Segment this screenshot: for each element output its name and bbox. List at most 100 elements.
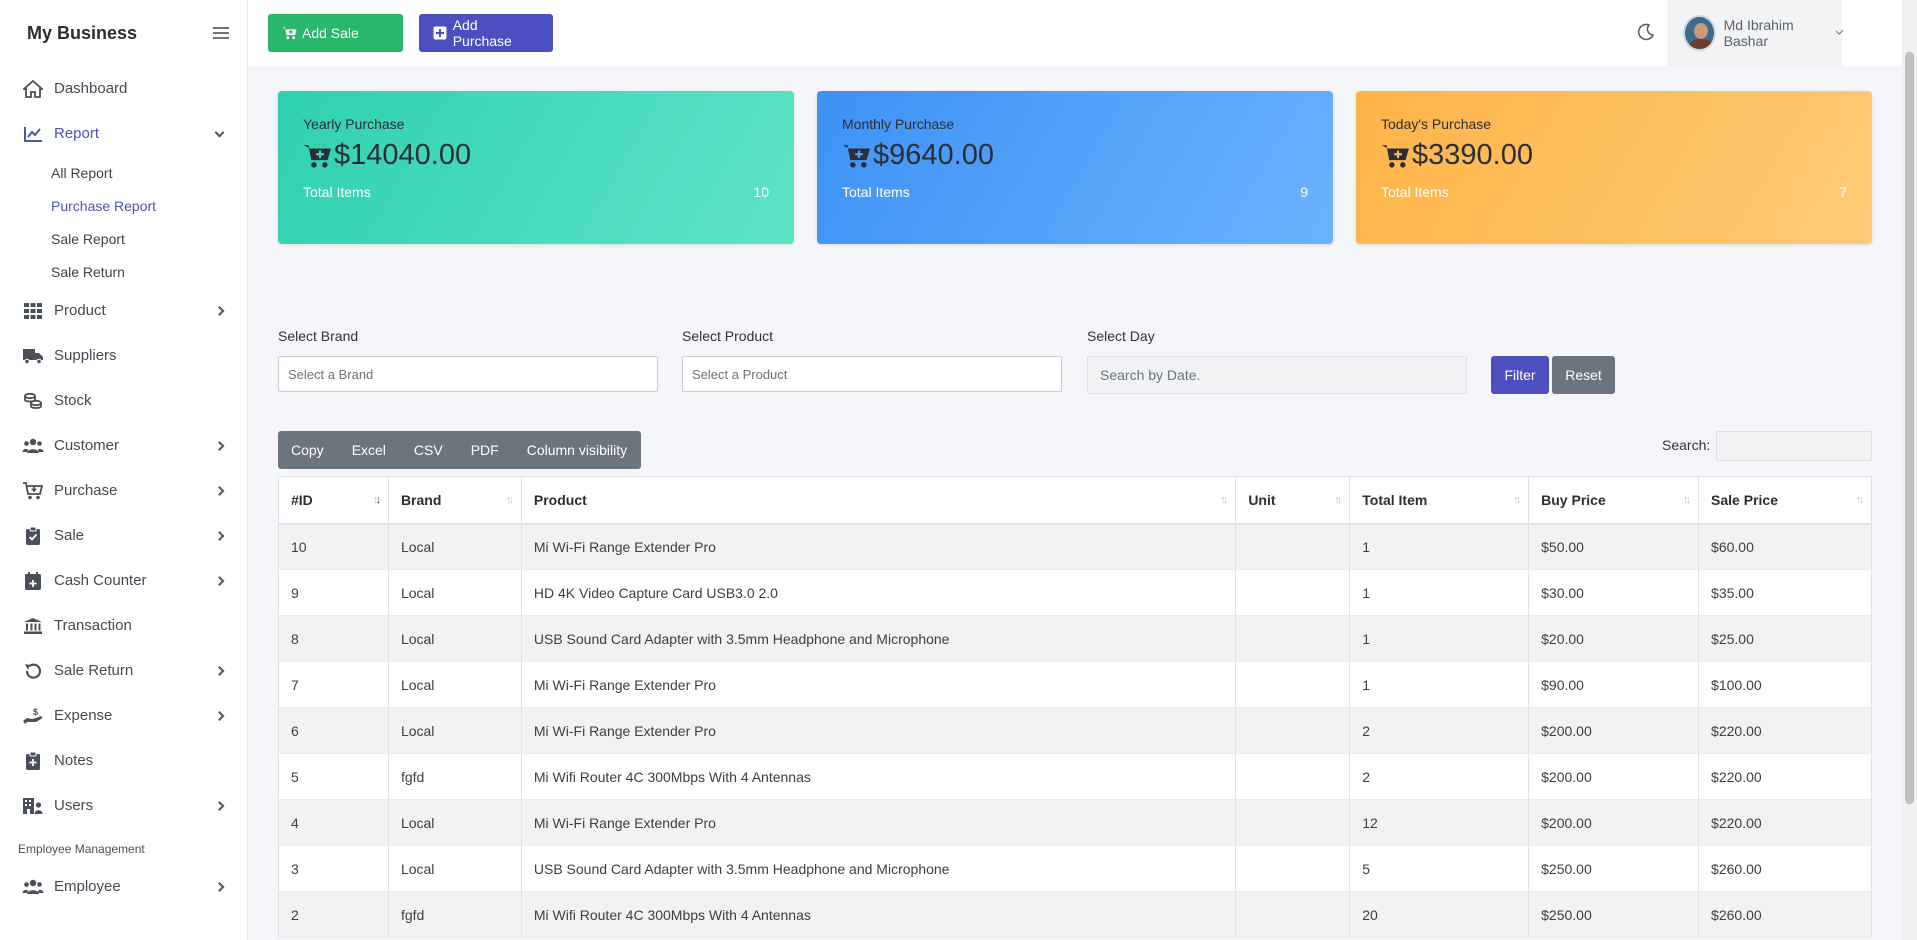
sidebar-section-label: Employee Management [18,842,145,856]
copy-button[interactable]: Copy [278,442,338,458]
add-sale-button[interactable]: Add Sale [268,14,403,52]
column-header-total-item[interactable]: Total Item ↑↓ [1349,476,1530,525]
table-cell: Local [387,569,522,616]
table-cell: $200.00 [1528,753,1700,800]
column-header-id[interactable]: #ID ↑↓ [278,476,389,525]
column-visibility-button[interactable]: Column visibility [513,442,641,458]
table-cell: 6 [278,707,389,754]
table-cell: 2 [278,891,389,938]
card-title: Monthly Purchase [842,116,955,132]
brand-select[interactable]: Select a Brand [278,356,658,392]
subnav-purchase-report[interactable]: Purchase Report [51,189,247,222]
product-select[interactable]: Select a Product [682,356,1062,392]
sidebar-item-users[interactable]: Users [0,783,247,828]
sidebar-item-sale[interactable]: Sale [0,513,247,558]
chevron-down-icon [1835,26,1844,36]
sidebar-item-notes[interactable]: Notes [0,738,247,783]
column-header-buy-price[interactable]: Buy Price ↑↓ [1528,476,1700,525]
moon-icon[interactable] [1637,23,1655,41]
sidebar-item-expense[interactable]: $ Expense [0,693,247,738]
sidebar-item-purchase[interactable]: Purchase [0,468,247,513]
scrollbar-thumb[interactable] [1905,52,1914,804]
plus-square-icon [433,26,449,40]
sidebar-item-product[interactable]: Product [0,288,247,333]
chevron-right-icon [214,485,225,496]
reset-button[interactable]: Reset [1552,356,1615,394]
sidebar-item-sale-return[interactable]: Sale Return [0,648,247,693]
chevron-right-icon [214,530,225,541]
subnav-all-report[interactable]: All Report [51,156,247,189]
truck-icon [22,346,44,366]
table-row: 5 fgfd Mi Wifi Router 4C 300Mbps With 4 An… [278,753,1872,800]
sidebar-item-employee[interactable]: Employee [0,864,247,909]
user-name: Md Ibrahim Bashar [1723,17,1794,49]
sidebar-item-suppliers[interactable]: Suppliers [0,333,247,378]
svg-text:$: $ [33,707,38,717]
user-menu[interactable]: Md Ibrahim Bashar [1668,0,1844,66]
sidebar-item-transaction[interactable]: Transaction [0,603,247,648]
excel-button[interactable]: Excel [338,442,400,458]
table-row: 9 Local HD 4K Video Capture Card USB3.0 2.… [278,569,1872,616]
subnav-sale-return[interactable]: Sale Return [51,255,247,288]
table-cell: $250.00 [1528,891,1700,938]
sidebar-item-label: Notes [54,752,94,769]
table-cell: 1 [1349,661,1530,708]
chevron-down-icon [214,127,225,138]
purchase-report-table: #ID ↑↓ Brand ↑↓ Product ↑↓ Unit ↑↓ Total Ite… [278,476,1872,938]
day-label: Select Day [1087,328,1155,344]
table-cell: USB Sound Card Adapter with 3.5mm Headph… [520,845,1237,892]
cart-plus-icon [22,481,44,501]
table-cell: 1 [1349,569,1530,616]
sidebar: My Business Dashboard Report All Report … [0,0,248,940]
sort-icon: ↑↓ [1856,493,1864,506]
subnav-sale-report[interactable]: Sale Report [51,222,247,255]
sort-desc-icon: ↑↓ [372,493,381,506]
card-count: 10 [753,184,769,200]
column-header-product[interactable]: Product ↑↓ [520,476,1237,525]
csv-button[interactable]: CSV [400,442,457,458]
search-input[interactable] [1716,431,1872,461]
chevron-right-icon [214,305,225,316]
card-count: 7 [1839,184,1847,200]
column-header-brand[interactable]: Brand ↑↓ [387,476,522,525]
sidebar-item-cash-counter[interactable]: Cash Counter [0,558,247,603]
sidebar-item-label: Cash Counter [54,572,147,589]
table-cell: $60.00 [1698,523,1872,570]
table-cell: 8 [278,615,389,662]
sidebar-item-report[interactable]: Report [0,111,247,156]
table-cell [1235,615,1351,662]
hamburger-icon[interactable] [213,27,229,39]
filter-button[interactable]: Filter [1491,356,1549,394]
sidebar-item-stock[interactable]: Stock [0,378,247,423]
table-cell [1235,523,1351,570]
brand-name: My Business [27,22,138,43]
house-icon [22,79,44,99]
table-row: 7 Local Mi Wi-Fi Range Extender Pro 1 $90.00… [278,661,1872,708]
table-cell: fgfd [387,753,522,800]
table-cell: 12 [1349,799,1530,846]
search-label: Search: [1662,437,1711,453]
card-label: Total Items [842,184,910,200]
table-cell: Local [387,799,522,846]
add-sale-label: Add Sale [302,25,359,41]
column-header-sale-price[interactable]: Sale Price ↑↓ [1698,476,1872,525]
sidebar-item-dashboard[interactable]: Dashboard [0,66,247,111]
table-cell: 2 [1349,753,1530,800]
date-input[interactable]: Search by Date. [1087,356,1467,394]
sidebar-item-customer[interactable]: Customer [0,423,247,468]
table-cell: 10 [278,523,389,570]
table-cell: USB Sound Card Adapter with 3.5mm Headph… [520,615,1237,662]
column-header-unit[interactable]: Unit ↑↓ [1235,476,1351,525]
table-cell: HD 4K Video Capture Card USB3.0 2.0 [520,569,1237,616]
sidebar-item-label: Sale Return [54,662,134,679]
sidebar-item-label: Report [54,125,100,142]
page-scrollbar[interactable] [1902,0,1917,940]
sidebar-item-label: Transaction [54,617,132,634]
table-cell: $30.00 [1528,569,1700,616]
card-amount: $9640.00 [842,139,994,172]
pdf-button[interactable]: PDF [457,442,513,458]
table-cell [1235,707,1351,754]
clipboard-plus-icon [22,751,44,771]
table-cell [1235,799,1351,846]
add-purchase-button[interactable]: Add Purchase [419,14,553,52]
